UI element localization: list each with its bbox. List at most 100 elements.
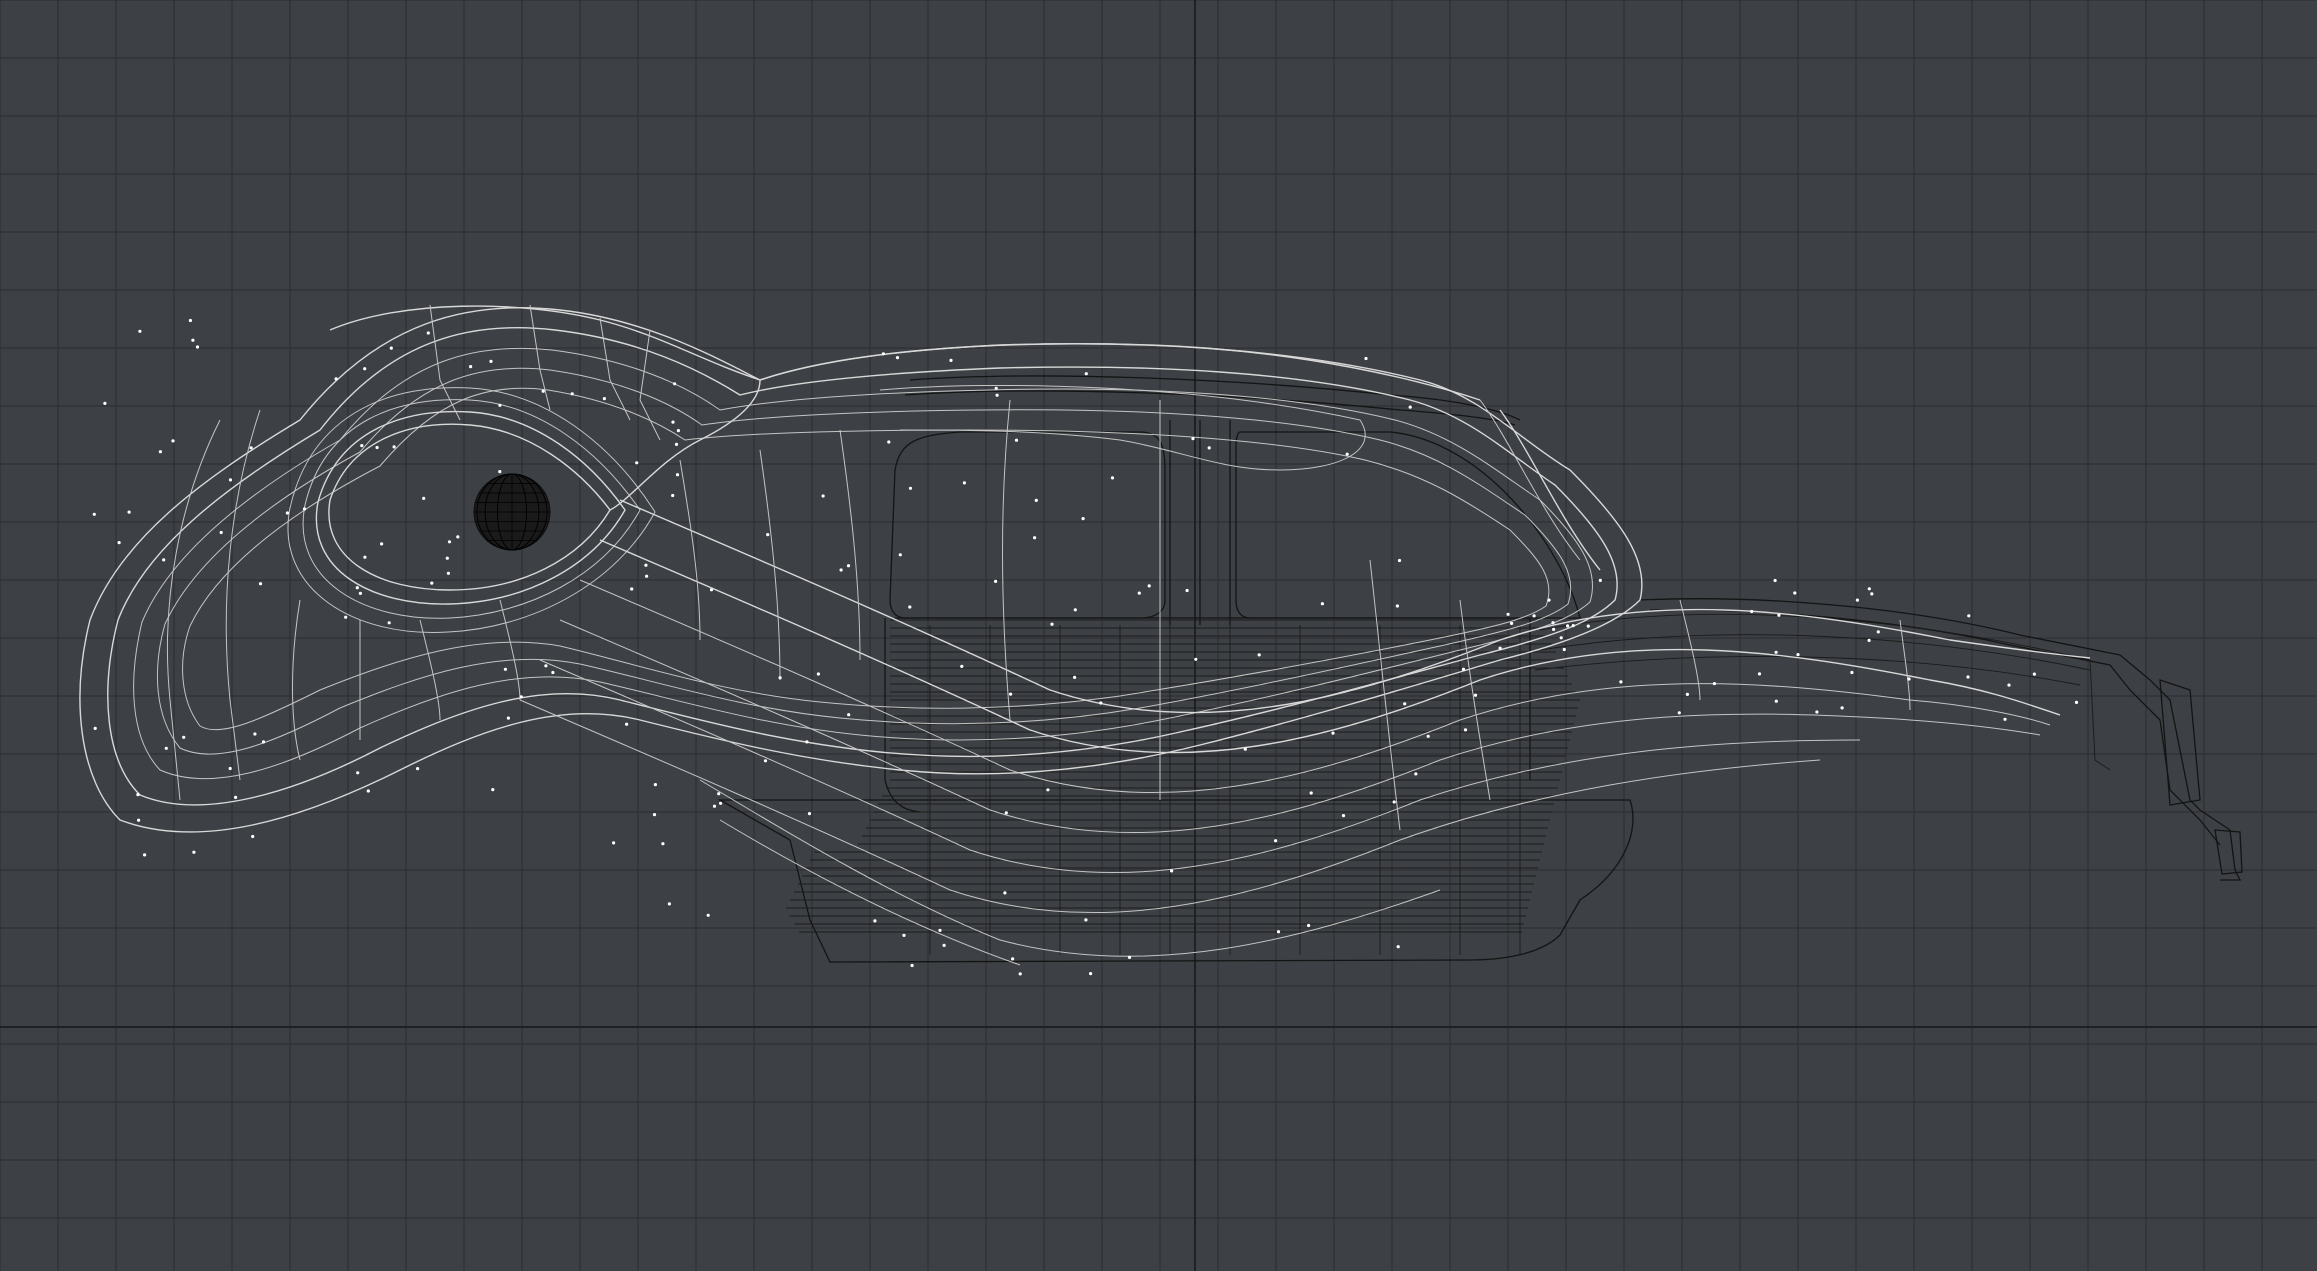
control-vertex[interactable]: [1532, 614, 1536, 618]
control-vertex[interactable]: [285, 511, 289, 515]
control-vertex[interactable]: [426, 331, 430, 335]
control-vertex[interactable]: [1551, 621, 1555, 625]
control-vertex[interactable]: [1034, 498, 1038, 502]
control-vertex[interactable]: [519, 695, 523, 699]
control-vertex[interactable]: [1243, 747, 1247, 751]
control-vertex[interactable]: [1170, 869, 1174, 873]
control-vertex[interactable]: [1547, 598, 1551, 602]
control-vertex[interactable]: [302, 507, 307, 511]
control-vertex[interactable]: [136, 793, 140, 797]
control-vertex[interactable]: [344, 615, 348, 619]
control-vertex[interactable]: [962, 481, 967, 485]
control-vertex[interactable]: [1003, 891, 1007, 895]
control-vertex[interactable]: [1084, 918, 1088, 922]
control-vertex[interactable]: [887, 440, 891, 444]
control-vertex[interactable]: [2032, 672, 2036, 676]
control-vertex[interactable]: [908, 605, 912, 609]
control-vertex[interactable]: [261, 740, 266, 744]
control-vertex[interactable]: [1147, 584, 1151, 588]
control-vertex[interactable]: [661, 842, 665, 846]
modeling-viewport[interactable]: [0, 0, 2317, 1271]
control-vertex[interactable]: [360, 444, 364, 448]
control-vertex[interactable]: [1331, 731, 1335, 735]
control-vertex[interactable]: [191, 338, 195, 342]
control-vertex[interactable]: [1276, 930, 1281, 934]
control-vertex[interactable]: [92, 512, 96, 516]
control-vertex[interactable]: [1461, 667, 1466, 671]
control-vertex[interactable]: [143, 853, 147, 857]
control-vertex[interactable]: [908, 486, 913, 490]
control-vertex[interactable]: [1876, 630, 1880, 634]
control-vertex[interactable]: [491, 788, 495, 792]
control-vertex[interactable]: [671, 420, 675, 424]
control-vertex[interactable]: [253, 732, 257, 736]
control-vertex[interactable]: [228, 766, 232, 771]
control-vertex[interactable]: [182, 735, 186, 739]
control-vertex[interactable]: [1774, 699, 1778, 703]
control-vertex[interactable]: [2003, 717, 2007, 721]
control-vertex[interactable]: [258, 582, 263, 586]
control-vertex[interactable]: [1867, 638, 1871, 643]
control-vertex[interactable]: [117, 541, 121, 545]
control-vertex[interactable]: [164, 746, 168, 750]
control-vertex[interactable]: [355, 586, 359, 590]
control-vertex[interactable]: [847, 713, 851, 717]
control-vertex[interactable]: [1257, 653, 1261, 657]
control-vertex[interactable]: [1498, 646, 1502, 650]
control-vertex[interactable]: [1796, 653, 1800, 657]
control-vertex[interactable]: [387, 621, 391, 625]
control-vertex[interactable]: [1855, 598, 1859, 602]
control-vertex[interactable]: [994, 386, 998, 390]
control-vertex[interactable]: [228, 478, 233, 482]
control-vertex[interactable]: [1364, 356, 1368, 361]
control-vertex[interactable]: [994, 579, 998, 584]
control-vertex[interactable]: [671, 493, 675, 498]
control-vertex[interactable]: [1009, 692, 1013, 696]
control-vertex[interactable]: [489, 359, 493, 363]
control-vertex[interactable]: [1084, 372, 1088, 376]
control-vertex[interactable]: [1191, 437, 1195, 441]
control-vertex[interactable]: [766, 533, 770, 537]
control-vertex[interactable]: [1392, 800, 1396, 804]
control-vertex[interactable]: [1050, 622, 1054, 626]
control-vertex[interactable]: [778, 676, 782, 680]
control-vertex[interactable]: [1403, 702, 1407, 706]
control-vertex[interactable]: [625, 722, 629, 726]
control-vertex[interactable]: [389, 346, 393, 350]
control-vertex[interactable]: [234, 795, 238, 800]
control-vertex[interactable]: [898, 553, 902, 557]
control-vertex[interactable]: [1089, 972, 1093, 976]
control-vertex[interactable]: [541, 389, 545, 393]
control-vertex[interactable]: [416, 767, 420, 771]
control-vertex[interactable]: [763, 759, 768, 763]
control-vertex[interactable]: [644, 563, 648, 567]
control-vertex[interactable]: [138, 329, 142, 333]
control-vertex[interactable]: [873, 919, 877, 923]
control-vertex[interactable]: [602, 397, 607, 401]
control-vertex[interactable]: [630, 587, 634, 591]
control-vertex[interactable]: [1207, 446, 1211, 450]
control-vertex[interactable]: [1793, 591, 1797, 595]
control-vertex[interactable]: [635, 461, 639, 465]
control-vertex[interactable]: [673, 382, 677, 386]
control-vertex[interactable]: [712, 804, 717, 808]
control-vertex[interactable]: [881, 352, 886, 356]
control-vertex[interactable]: [358, 591, 362, 596]
control-vertex[interactable]: [1426, 734, 1430, 738]
control-vertex[interactable]: [675, 473, 680, 477]
control-vertex[interactable]: [445, 556, 449, 560]
control-vertex[interactable]: [1777, 613, 1781, 617]
control-vertex[interactable]: [1815, 710, 1819, 714]
control-vertex[interactable]: [816, 672, 821, 676]
control-vertex[interactable]: [1194, 657, 1198, 661]
control-vertex[interactable]: [1309, 791, 1313, 795]
control-vertex[interactable]: [839, 568, 843, 572]
control-vertex[interactable]: [422, 496, 426, 500]
control-vertex[interactable]: [127, 510, 131, 514]
control-vertex[interactable]: [1867, 587, 1871, 591]
control-vertex[interactable]: [380, 542, 384, 546]
control-vertex[interactable]: [612, 841, 616, 845]
control-vertex[interactable]: [1966, 675, 1970, 679]
control-vertex[interactable]: [895, 356, 900, 360]
control-vertex[interactable]: [1414, 772, 1418, 776]
